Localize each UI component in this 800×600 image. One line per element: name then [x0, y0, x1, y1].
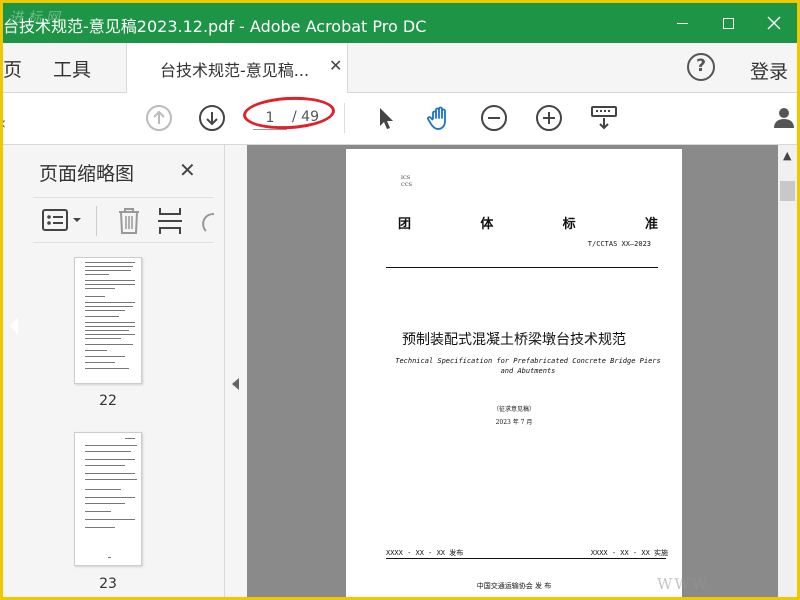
tab-close-icon[interactable]: ✕	[329, 56, 342, 75]
collapse-arrow-icon[interactable]	[232, 378, 239, 390]
title-bar: 进 标 网 台技术规范-意见稿2023.12.pdf - Adobe Acrob…	[3, 3, 797, 43]
prev-page-button[interactable]	[144, 103, 174, 133]
thumbnail-options-button[interactable]	[41, 206, 87, 238]
help-icon[interactable]: ?	[687, 53, 715, 81]
site-watermark: WWW.	[657, 575, 714, 593]
document-date: 2023 年 7 月	[495, 419, 533, 426]
zoom-in-icon	[536, 105, 562, 131]
arrow-down-circle-icon	[199, 105, 225, 131]
tab-label: 台技术规范-意见稿...	[160, 61, 310, 80]
pdf-page: ICS CCS 团 体 标 准 T/CCTAS XX—2023 预制装配式混凝土…	[346, 149, 682, 597]
thumbnail-label: 22	[99, 393, 117, 409]
back-chevron-icon[interactable]: ‹	[3, 113, 6, 134]
document-title-en: Technical Specification for Prefabricate…	[395, 357, 661, 375]
list-options-icon	[42, 209, 81, 231]
rotate-icon	[202, 212, 215, 232]
login-button[interactable]: 登录	[750, 57, 788, 84]
panel-collapse-strip[interactable]	[225, 145, 247, 597]
maximize-button[interactable]	[705, 3, 751, 43]
maximize-icon	[722, 17, 734, 29]
menu-home[interactable]: 页	[3, 55, 22, 82]
insert-page-icon	[158, 208, 182, 234]
scrollbar-thumb[interactable]	[780, 181, 795, 201]
panel-toolbar	[33, 197, 216, 243]
standard-heading: 团 体 标 准	[398, 217, 658, 232]
thumbnail-panel: 页面缩略图 ✕ 22 23	[3, 145, 225, 597]
header-rule	[386, 267, 658, 268]
panel-close-icon[interactable]: ✕	[179, 158, 196, 182]
zoom-out-button[interactable]	[479, 103, 509, 133]
insert-page-button[interactable]	[156, 206, 184, 240]
document-tab[interactable]: 台技术规范-意见稿... ✕	[126, 43, 348, 93]
keyboard-down-icon	[591, 106, 617, 130]
hand-tool-button[interactable]	[424, 103, 454, 133]
toolbar-separator	[344, 103, 345, 133]
close-window-button[interactable]	[751, 3, 797, 43]
zoom-in-button[interactable]	[534, 103, 564, 133]
panel-notch	[10, 317, 18, 335]
panel-tool-separator	[96, 206, 97, 236]
standard-code: T/CCTAS XX—2023	[587, 240, 651, 248]
footer-rule	[386, 558, 666, 559]
document-title-cn: 预制装配式混凝土桥梁墩台技术规范	[402, 332, 626, 348]
document-view[interactable]: ICS CCS 团 体 标 准 T/CCTAS XX—2023 预制装配式混凝土…	[247, 145, 778, 597]
draft-label: （征求意见稿）	[492, 406, 535, 413]
document-scrollbar[interactable]: ▲	[778, 145, 797, 597]
fit-page-button[interactable]	[589, 103, 619, 133]
hand-icon	[427, 106, 446, 130]
arrow-up-circle-icon	[146, 105, 172, 131]
thumbnail-page-22[interactable]	[74, 257, 142, 384]
toolbar: ‹ / 49	[3, 93, 797, 145]
red-highlight-ellipse	[242, 94, 336, 132]
minimize-button[interactable]	[659, 3, 705, 43]
share-user-button[interactable]	[771, 103, 797, 133]
next-page-button[interactable]	[197, 103, 227, 133]
implement-date: XXXX - XX - XX 实施	[590, 549, 668, 557]
pointer-icon	[380, 108, 393, 129]
rotate-page-button[interactable]	[196, 206, 216, 240]
thumbnail-list: 22 23 ▲	[33, 257, 218, 597]
trash-icon	[119, 208, 139, 234]
close-icon	[767, 16, 781, 30]
ics-label: ICS CCS	[401, 175, 413, 188]
menu-tools[interactable]: 工具	[53, 55, 91, 82]
scroll-up-icon[interactable]: ▲	[783, 149, 791, 162]
select-tool-button[interactable]	[370, 103, 400, 133]
window-title: 台技术规范-意见稿2023.12.pdf - Adobe Acrobat Pro…	[3, 17, 427, 36]
minimize-icon	[676, 22, 688, 24]
panel-title: 页面缩略图	[39, 163, 135, 185]
app-frame: 进 标 网 台技术规范-意见稿2023.12.pdf - Adobe Acrob…	[3, 3, 797, 597]
zoom-out-icon	[481, 105, 507, 131]
issue-date: XXXX - XX - XX 发布	[386, 549, 464, 557]
publisher: 中国交通运输协会 发 布	[476, 582, 552, 590]
tab-bar: 页 工具 台技术规范-意见稿... ✕ ? 登录	[3, 43, 797, 93]
thumbnail-label: 23	[99, 576, 117, 592]
thumbnail-page-23[interactable]	[74, 432, 142, 566]
user-add-icon	[774, 108, 794, 128]
delete-page-button[interactable]	[115, 206, 143, 240]
